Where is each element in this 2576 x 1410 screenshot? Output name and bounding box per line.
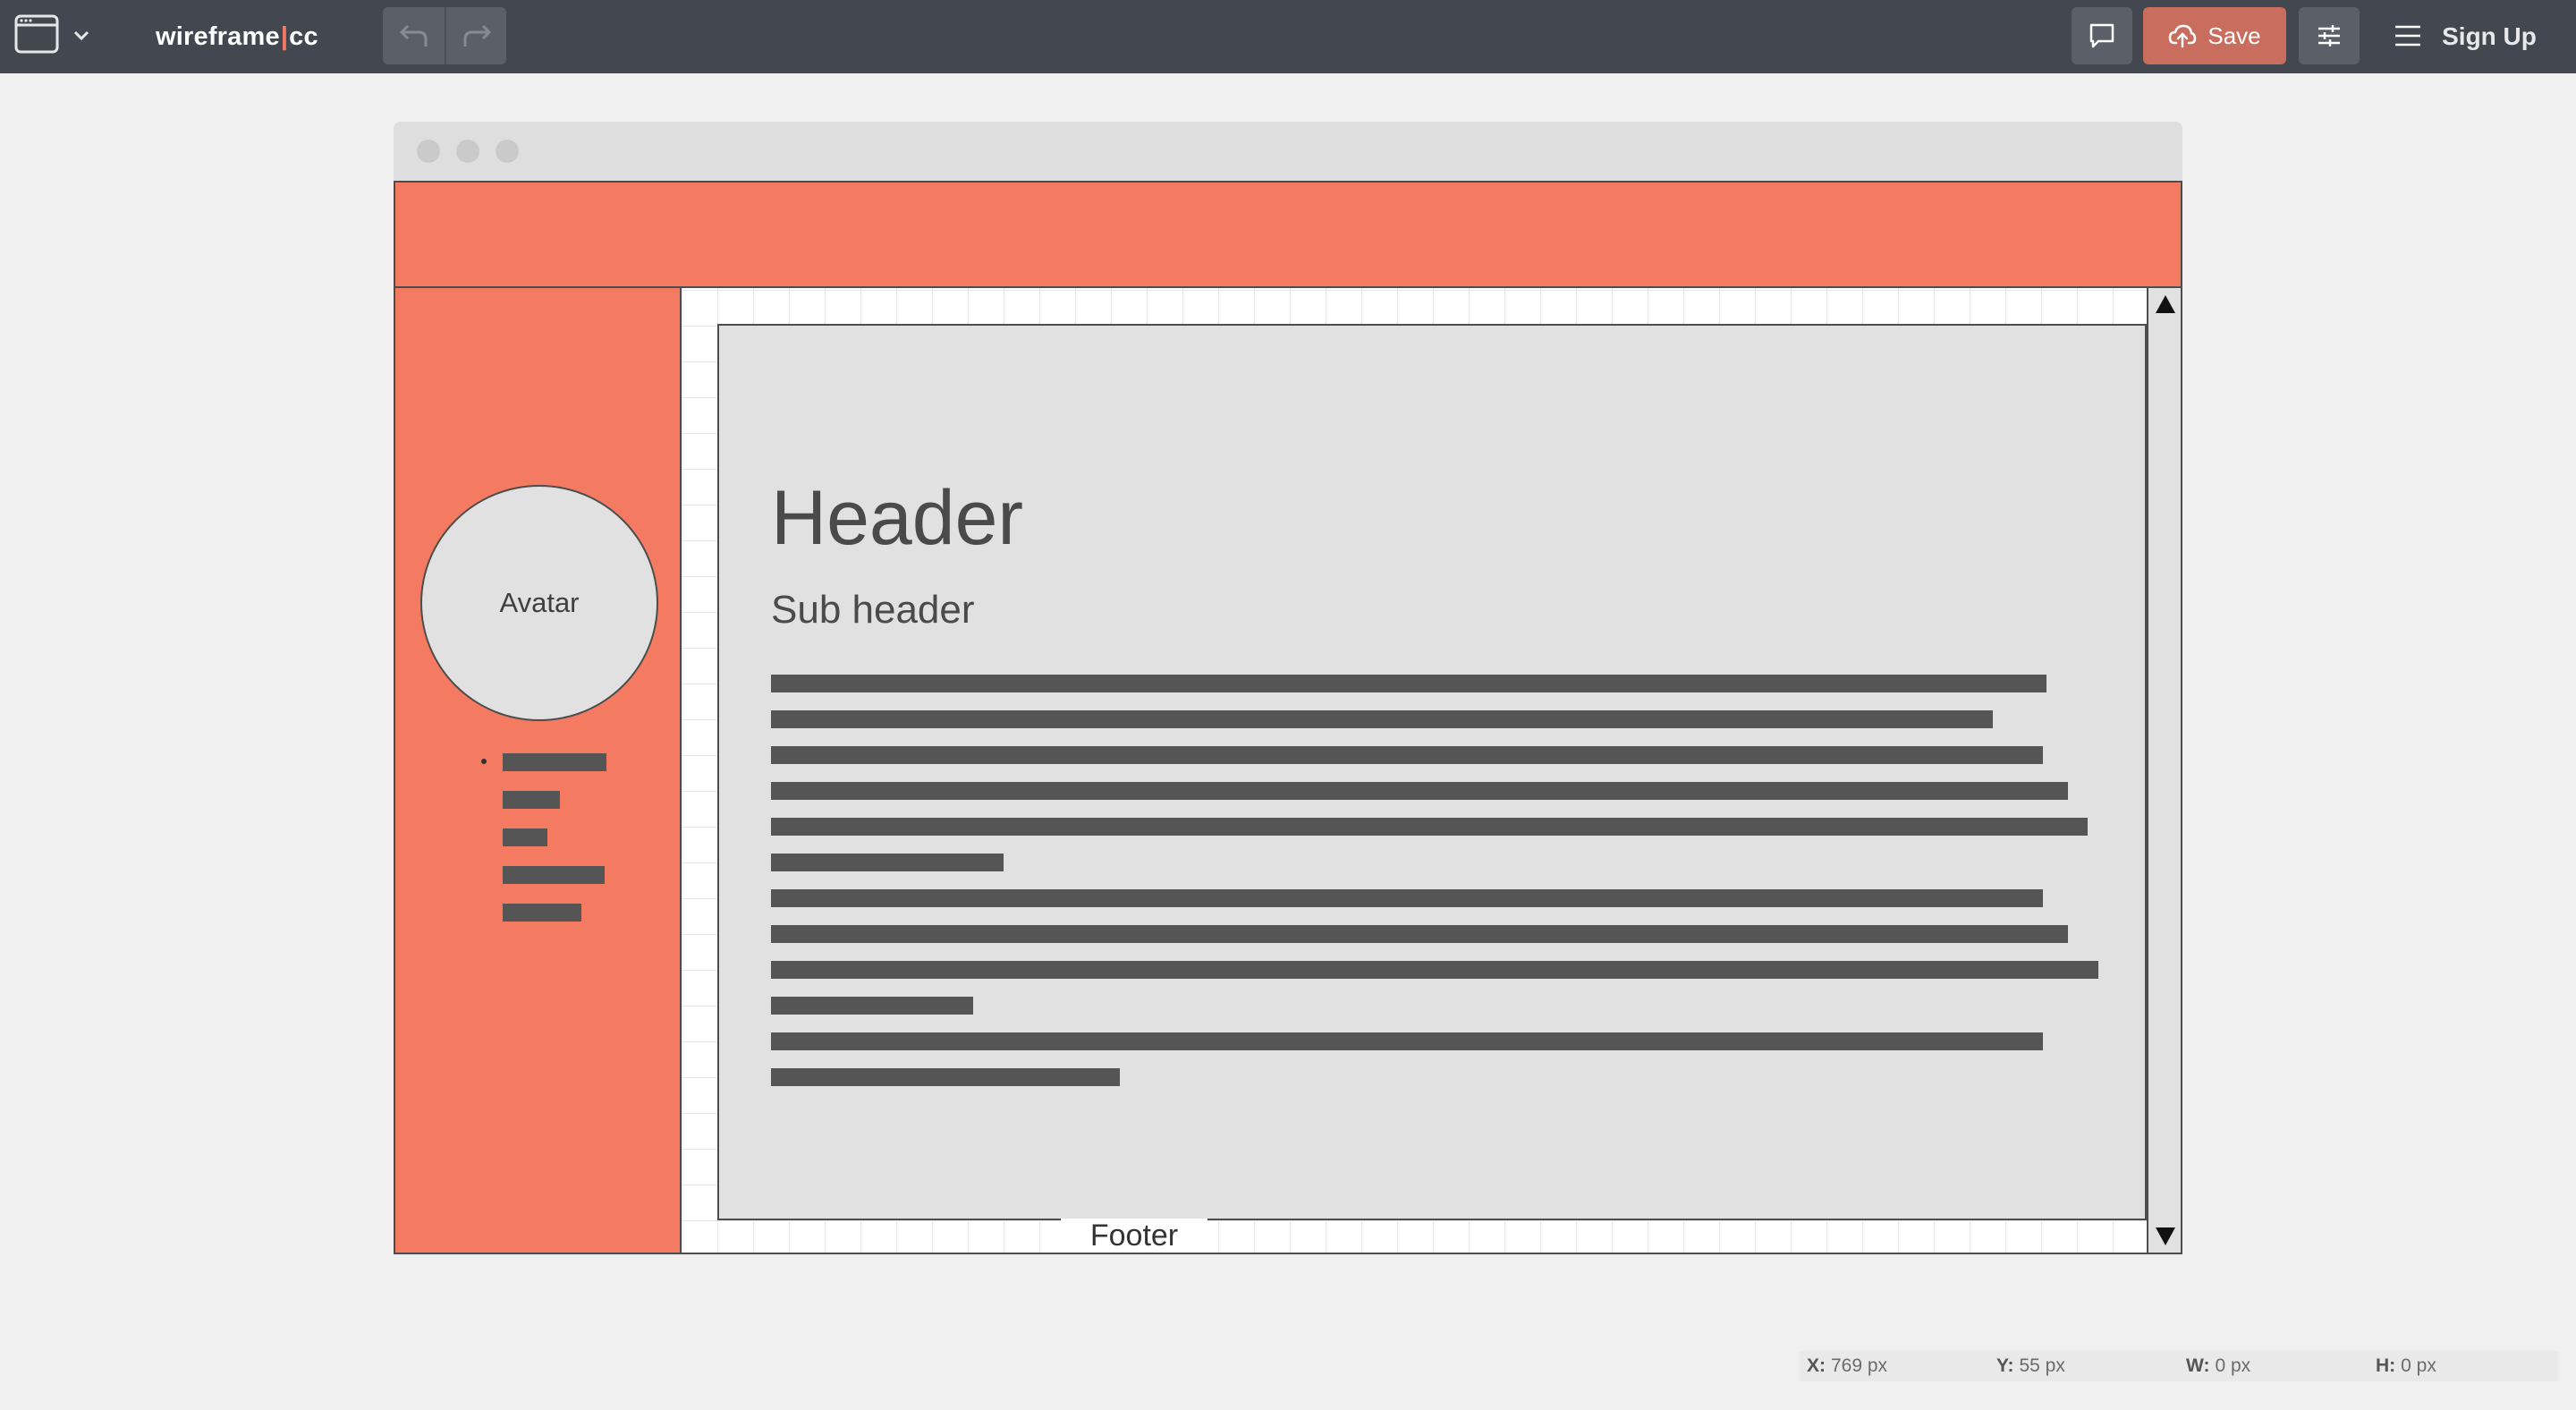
hamburger-menu-icon (2395, 25, 2420, 47)
nav-list-item[interactable] (503, 866, 605, 884)
brand-separator: | (280, 21, 289, 51)
brand-name: wireframe (156, 21, 280, 51)
undo-icon (399, 24, 427, 47)
nav-list-item[interactable] (503, 791, 560, 809)
undo-button[interactable] (383, 7, 445, 64)
nav-list-item[interactable] (503, 904, 581, 922)
w-label: W: (2186, 1355, 2210, 1376)
wireframe-footer[interactable]: Footer (1061, 1219, 1208, 1253)
top-toolbar: wireframe | cc Save Sign Up (0, 0, 2576, 73)
avatar-label: Avatar (499, 587, 580, 618)
comment-icon (2089, 23, 2114, 48)
window-dot (456, 140, 479, 163)
h-label: H: (2376, 1355, 2396, 1376)
window-dot (417, 140, 440, 163)
x-value: 769 px (1831, 1355, 1888, 1376)
sliders-icon (2318, 25, 2340, 47)
y-coordinate: Y: 55 px (1996, 1351, 2065, 1381)
x-label: X: (1807, 1355, 1826, 1376)
text-line (771, 1032, 2043, 1050)
history-controls (383, 7, 506, 64)
text-line (771, 854, 1004, 871)
window-dot (496, 140, 519, 163)
brand-suffix: cc (289, 21, 318, 51)
text-line (771, 675, 2046, 692)
main-menu-button[interactable] (2379, 7, 2436, 64)
text-line (771, 997, 973, 1015)
content-subheader: Sub header (771, 588, 975, 632)
h-value: 0 px (2401, 1355, 2436, 1376)
text-line (771, 746, 2043, 764)
wireframe-sidebar[interactable]: Avatar (395, 288, 682, 1253)
height-readout: H: 0 px (2376, 1351, 2436, 1381)
w-value: 0 px (2215, 1355, 2251, 1376)
text-line (771, 889, 2043, 907)
list-bullet (481, 759, 487, 764)
redo-button[interactable] (445, 7, 506, 64)
chevron-down-icon (73, 30, 89, 41)
x-coordinate: X: 769 px (1807, 1351, 1887, 1381)
redo-icon (463, 24, 491, 47)
width-readout: W: 0 px (2186, 1351, 2250, 1381)
text-line (771, 1068, 1120, 1086)
text-line (771, 818, 2088, 836)
content-header: Header (771, 475, 1024, 561)
document-menu[interactable] (14, 13, 95, 61)
scroll-down-arrow-icon[interactable] (2156, 1227, 2175, 1245)
comments-button[interactable] (2072, 7, 2132, 64)
brand-logo: wireframe | cc (156, 0, 318, 73)
nav-list-item[interactable] (503, 753, 606, 771)
main-content-block[interactable]: Header Sub header (717, 324, 2147, 1220)
y-label: Y: (1996, 1355, 2014, 1376)
vertical-scrollbar[interactable] (2147, 288, 2181, 1253)
cloud-upload-icon (2169, 24, 2197, 48)
status-bar: X: 769 px Y: 55 px W: 0 px H: 0 px (1800, 1351, 2558, 1381)
save-button[interactable]: Save (2143, 7, 2286, 64)
wireframe-canvas[interactable]: Avatar Header Sub header Footer (394, 181, 2182, 1254)
nav-list-item[interactable] (503, 828, 547, 846)
settings-button[interactable] (2299, 7, 2360, 64)
text-line (771, 710, 1993, 728)
text-line (771, 782, 2068, 800)
save-label: Save (2207, 21, 2261, 49)
scroll-up-arrow-icon[interactable] (2156, 295, 2175, 313)
text-line (771, 925, 2068, 943)
wireframe-header-bar[interactable] (395, 183, 2181, 288)
text-line (771, 961, 2098, 979)
avatar-placeholder[interactable]: Avatar (420, 485, 658, 721)
sign-up-link[interactable]: Sign Up (2440, 0, 2538, 73)
browser-frame-titlebar (394, 122, 2182, 181)
y-value: 55 px (2019, 1355, 2065, 1376)
browser-window-icon (14, 14, 89, 54)
